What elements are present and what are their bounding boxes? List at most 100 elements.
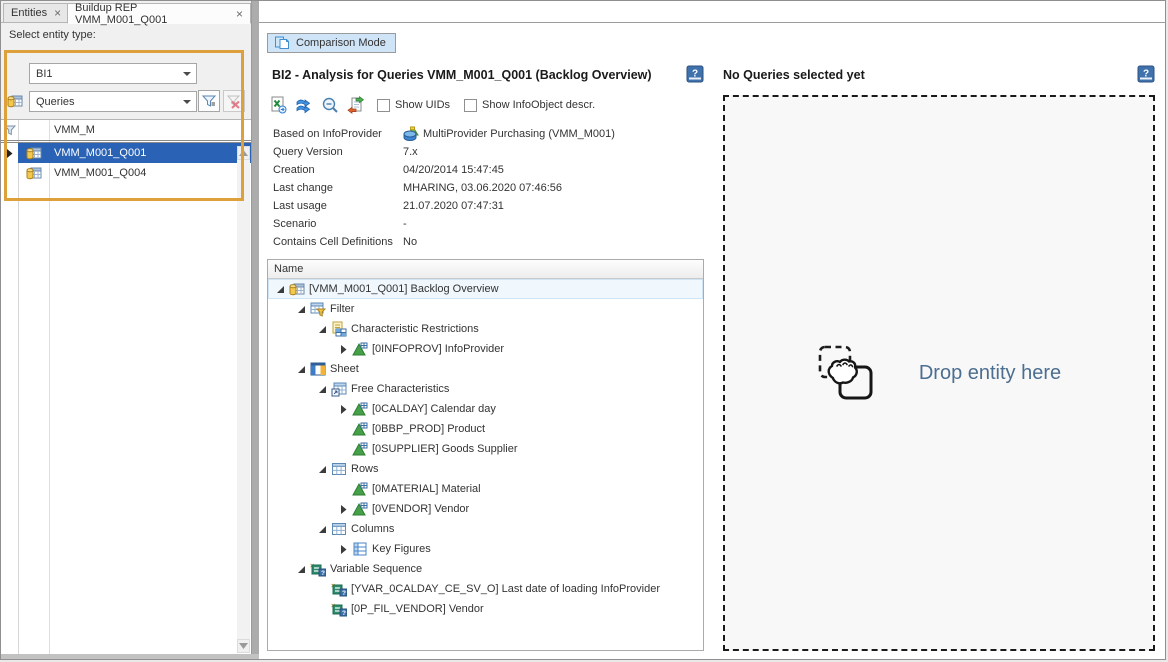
tree-node[interactable]: Key Figures <box>268 539 703 559</box>
tree-node-label: [0VENDOR] Vendor <box>372 503 469 515</box>
transfer-icon[interactable] <box>293 95 315 115</box>
checkbox-box[interactable] <box>377 99 390 112</box>
expand-arrow-icon[interactable] <box>335 539 352 559</box>
svg-text:?: ? <box>1143 69 1149 80</box>
tree-node[interactable]: Columns <box>268 519 703 539</box>
property-label: Last change <box>267 182 397 194</box>
tree-node[interactable]: Characteristic Restrictions <box>268 319 703 339</box>
tree-node[interactable]: [VMM_M001_Q001] Backlog Overview <box>268 279 703 299</box>
tree-node-label: [0CALDAY] Calendar day <box>372 403 496 415</box>
collapse-arrow-icon[interactable] <box>293 299 310 319</box>
property-value: 04/20/2014 15:47:45 <box>397 164 504 176</box>
char-restrictions-icon <box>331 321 347 337</box>
comparison-mode-icon <box>274 35 290 51</box>
tree-node-label: [0P_FIL_VENDOR] Vendor <box>351 603 484 615</box>
tree-node[interactable]: ×?[YVAR_0CALDAY_CE_SV_O] Last date of lo… <box>268 579 703 599</box>
variable-icon: ×? <box>331 601 347 617</box>
collapse-arrow-icon[interactable] <box>272 279 289 299</box>
scroll-down-button[interactable] <box>237 639 250 653</box>
system-dropdown[interactable]: BI1 <box>29 63 197 84</box>
tree-node[interactable]: Rows <box>268 459 703 479</box>
filter-button-icon <box>201 93 217 109</box>
close-icon[interactable]: × <box>54 8 61 18</box>
chevron-down-icon <box>183 72 191 76</box>
tree-node[interactable]: Free Characteristics <box>268 379 703 399</box>
list-item[interactable]: VMM_M001_Q001 <box>1 143 251 163</box>
tree-node[interactable]: Sheet <box>268 359 703 379</box>
tree-node[interactable]: ×? [0P_FIL_VENDOR] Vendor <box>268 599 703 619</box>
list-filter-row[interactable]: VMM_M <box>1 120 251 143</box>
close-icon[interactable]: × <box>236 9 243 19</box>
drop-zone-label: Drop entity here <box>919 362 1061 385</box>
property-value: MultiProvider Purchasing (VMM_M001) <box>397 126 615 142</box>
zoom-out-icon[interactable] <box>319 95 341 115</box>
tree-node-label: Variable Sequence <box>330 563 422 575</box>
expand-arrow-icon[interactable] <box>335 399 352 419</box>
list-filter-value[interactable]: VMM_M <box>49 124 95 136</box>
panel-splitter[interactable] <box>251 1 259 660</box>
collapse-arrow-icon[interactable] <box>314 519 331 539</box>
property-value: No <box>397 236 417 248</box>
tree-node-label: Rows <box>351 463 379 475</box>
tree-node[interactable]: ×?Variable Sequence <box>268 559 703 579</box>
row-indicator <box>1 163 18 183</box>
analysis-toolbar-icons <box>267 95 371 115</box>
analysis-checkboxes: Show UIDs Show InfoObject descr. <box>377 99 609 112</box>
list-scrollbar[interactable] <box>237 146 250 653</box>
tree-node[interactable]: [0INFOPROV] InfoProvider <box>268 339 703 359</box>
checkbox-show-infoobject-descr[interactable]: Show InfoObject descr. <box>464 99 595 112</box>
characteristic-icon <box>352 421 368 437</box>
tree-node-label: [0BBP_PROD] Product <box>372 423 485 435</box>
table-icon <box>331 461 347 477</box>
comparison-mode-button[interactable]: Comparison Mode <box>267 33 396 53</box>
property-value: 21.07.2020 07:47:31 <box>397 200 504 212</box>
tree-node[interactable]: [0MATERIAL] Material <box>268 479 703 499</box>
scroll-up-button[interactable] <box>237 146 250 160</box>
entity-type-dropdown[interactable]: Queries <box>29 91 197 112</box>
tree-node[interactable]: [0BBP_PROD] Product <box>268 419 703 439</box>
tree-node[interactable]: [0CALDAY] Calendar day <box>268 399 703 419</box>
tree-node-label: [VMM_M001_Q001] Backlog Overview <box>309 283 499 295</box>
table-icon <box>331 521 347 537</box>
clear-filter-button[interactable] <box>223 90 245 112</box>
tree-node-label: [YVAR_0CALDAY_CE_SV_O] Last date of load… <box>351 583 660 595</box>
tree-node[interactable]: Filter <box>268 299 703 319</box>
collapse-arrow-icon[interactable] <box>314 459 331 479</box>
tab-entities[interactable]: Entities × <box>3 3 69 23</box>
drop-zone[interactable]: Drop entity here <box>723 95 1155 651</box>
entity-list: VMM_M VMM_M001_Q001VMM_M001_Q004 <box>1 119 251 656</box>
list-item[interactable]: VMM_M001_Q004 <box>1 163 251 183</box>
tree-node[interactable]: [0VENDOR] Vendor <box>268 499 703 519</box>
comparison-mode-label: Comparison Mode <box>296 37 386 49</box>
help-icon[interactable]: ? <box>686 65 704 83</box>
collapse-arrow-icon[interactable] <box>293 359 310 379</box>
entity-type-dropdown-value: Queries <box>36 96 75 108</box>
collapse-arrow-icon[interactable] <box>314 319 331 339</box>
checkbox-label: Show InfoObject descr. <box>482 99 595 111</box>
excel-export-icon[interactable] <box>267 95 289 115</box>
tab-label: Buildup REP VMM_M001_Q001 <box>75 2 229 26</box>
query-icon <box>7 93 23 109</box>
chevron-down-icon <box>183 100 191 104</box>
filter-button[interactable] <box>198 90 220 112</box>
expand-arrow-icon[interactable] <box>335 499 352 519</box>
tree-indent <box>335 439 352 459</box>
property-label: Scenario <box>267 218 397 230</box>
tree-node[interactable]: [0SUPPLIER] Goods Supplier <box>268 439 703 459</box>
svg-text:?: ? <box>342 610 346 617</box>
expand-arrow-icon[interactable] <box>335 339 352 359</box>
tab-buildup-rep[interactable]: Buildup REP VMM_M001_Q001 × <box>67 3 251 24</box>
property-row: Query Version7.x <box>267 143 704 161</box>
property-value-text: 7.x <box>403 146 418 158</box>
checkbox-show-uids[interactable]: Show UIDs <box>377 99 450 112</box>
tree-node-label: [0SUPPLIER] Goods Supplier <box>372 443 518 455</box>
tree-node-label: Filter <box>330 303 354 315</box>
query-tree: [VMM_M001_Q001] Backlog Overview Filter Ch… <box>268 279 703 619</box>
checkbox-box[interactable] <box>464 99 477 112</box>
help-icon[interactable]: ? <box>1137 65 1155 83</box>
collapse-arrow-icon[interactable] <box>293 559 310 579</box>
compare-icon[interactable] <box>345 95 367 115</box>
property-value: MHARING, 03.06.2020 07:46:56 <box>397 182 562 194</box>
tree-node-label: Key Figures <box>372 543 431 555</box>
collapse-arrow-icon[interactable] <box>314 379 331 399</box>
